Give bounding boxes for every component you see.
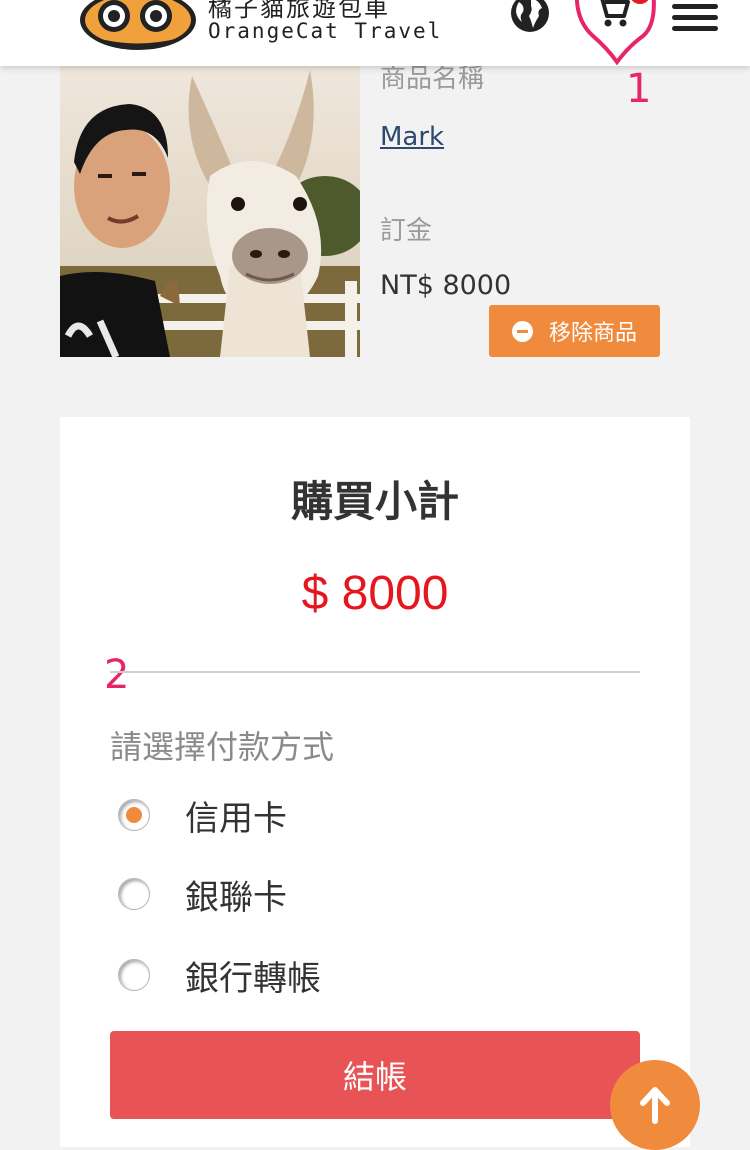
payment-option-label: 信用卡 xyxy=(185,798,287,839)
remove-item-button[interactable]: 移除商品 xyxy=(489,305,660,357)
payment-option-label: 銀行轉帳 xyxy=(185,958,321,999)
radio-credit-card[interactable] xyxy=(118,799,150,831)
arrow-up-icon xyxy=(640,1087,670,1124)
product-photo xyxy=(60,66,360,357)
divider xyxy=(110,671,640,673)
annotation-marker-2: 2 xyxy=(104,652,130,698)
payment-option-bank-transfer[interactable]: 銀行轉帳 xyxy=(118,955,321,999)
annotation-marker-1: 1 xyxy=(626,66,652,112)
brand-name-english: OrangeCat Travel xyxy=(208,19,443,43)
payment-option-label: 銀聯卡 xyxy=(185,877,287,918)
site-header: 橘子貓旅遊包車 OrangeCat Travel xyxy=(0,0,750,66)
summary-title: 購買小計 xyxy=(290,477,459,526)
payment-option-unionpay[interactable]: 銀聯卡 xyxy=(118,874,287,918)
back-to-top-button[interactable] xyxy=(610,1060,700,1150)
payment-option-credit-card[interactable]: 信用卡 xyxy=(118,795,287,839)
deposit-label: 訂金 xyxy=(380,216,433,246)
product-name-link[interactable]: Mark xyxy=(380,122,444,152)
hamburger-menu-icon[interactable] xyxy=(672,4,718,34)
cart-icon[interactable] xyxy=(594,0,632,28)
radio-bank-transfer[interactable] xyxy=(118,959,150,991)
payment-method-heading: 請選擇付款方式 xyxy=(110,728,335,766)
minus-circle-icon xyxy=(511,320,533,342)
deposit-value: NT$ 8000 xyxy=(380,270,512,301)
summary-total: $ 8000 xyxy=(301,567,449,620)
radio-unionpay[interactable] xyxy=(118,878,150,910)
globe-icon[interactable] xyxy=(509,0,551,34)
orange-cat-logo[interactable] xyxy=(78,0,198,50)
remove-item-label: 移除商品 xyxy=(548,321,637,346)
checkout-button[interactable]: 結帳 xyxy=(110,1031,640,1119)
